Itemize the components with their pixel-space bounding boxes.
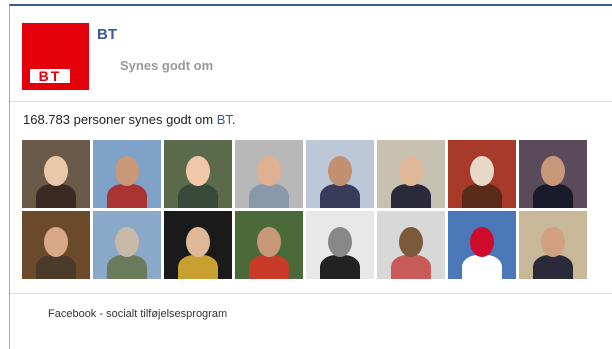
face-head (257, 156, 281, 186)
friend-face-9[interactable] (22, 211, 90, 279)
friend-face-1[interactable] (22, 140, 90, 208)
face-head (186, 156, 210, 186)
face-body (249, 255, 289, 279)
friend-face-14[interactable] (377, 211, 445, 279)
friend-face-4[interactable] (235, 140, 303, 208)
face-head (470, 156, 494, 186)
face-head (541, 227, 565, 257)
face-head (44, 156, 68, 186)
friend-face-13[interactable] (306, 211, 374, 279)
friend-face-2[interactable] (93, 140, 161, 208)
page-link[interactable]: BT (217, 112, 232, 127)
bt-logo[interactable]: BT (22, 23, 89, 90)
face-head (399, 227, 423, 257)
face-body (320, 255, 360, 279)
friend-face-7[interactable] (448, 140, 516, 208)
face-body (178, 255, 218, 279)
like-button[interactable]: Synes godt om (120, 58, 213, 73)
face-head (328, 156, 352, 186)
face-body (391, 184, 431, 208)
face-body (391, 255, 431, 279)
friend-face-6[interactable] (377, 140, 445, 208)
face-body (533, 255, 573, 279)
face-body (107, 255, 147, 279)
face-head (115, 227, 139, 257)
like-count-text: 168.783 personer synes godt om (23, 112, 214, 127)
face-head (115, 156, 139, 186)
face-head (328, 227, 352, 257)
like-box-widget: BT BT Synes godt om 168.783 personer syn… (9, 4, 612, 349)
face-body (249, 184, 289, 208)
footer: Facebook - socialt tilføjelsesprogram (10, 293, 612, 320)
face-head (257, 227, 281, 257)
like-count-suffix: . (231, 112, 236, 127)
like-count-line: 168.783 personer synes godt om BT. (23, 112, 236, 127)
face-body (320, 184, 360, 208)
friend-face-10[interactable] (93, 211, 161, 279)
friend-face-3[interactable] (164, 140, 232, 208)
face-body (36, 184, 76, 208)
face-body (462, 184, 502, 208)
page-header: BT BT Synes godt om (10, 6, 612, 102)
friend-face-5[interactable] (306, 140, 374, 208)
page-name-link[interactable]: BT (97, 26, 117, 43)
friend-face-8[interactable] (519, 140, 587, 208)
face-head (399, 156, 423, 186)
face-body (36, 255, 76, 279)
face-head (186, 227, 210, 257)
bt-logo-text: BT (30, 69, 70, 83)
face-body (462, 255, 502, 279)
friend-face-16[interactable] (519, 211, 587, 279)
face-head (44, 227, 68, 257)
friend-face-15[interactable] (448, 211, 516, 279)
face-body (178, 184, 218, 208)
face-body (107, 184, 147, 208)
face-head (470, 227, 494, 257)
friend-face-12[interactable] (235, 211, 303, 279)
face-head (541, 156, 565, 186)
face-body (533, 184, 573, 208)
footer-link[interactable]: Facebook - socialt tilføjelsesprogram (48, 308, 227, 320)
friend-face-11[interactable] (164, 211, 232, 279)
